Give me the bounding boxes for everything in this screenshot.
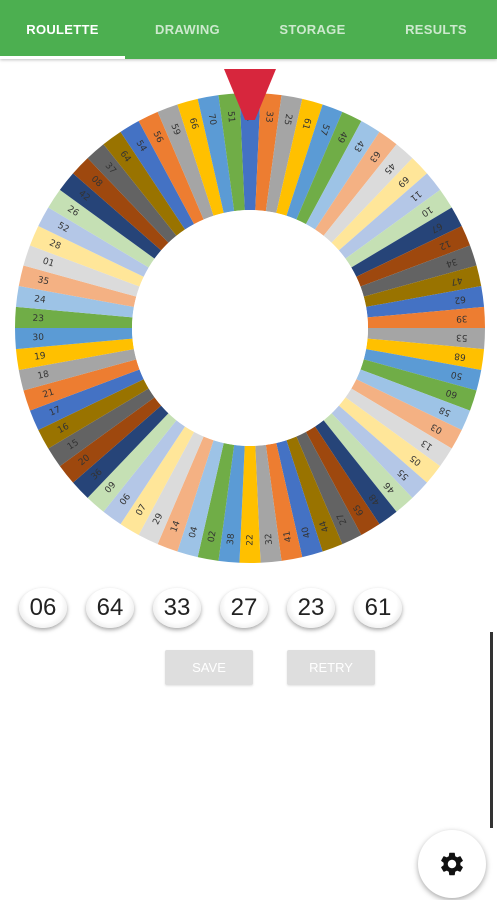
save-button[interactable]: SAVE xyxy=(165,650,253,685)
wheel-segment-label: 32 xyxy=(264,533,275,545)
drawn-number-ball: 61 xyxy=(354,588,402,628)
drawn-number-ball: 33 xyxy=(153,588,201,628)
wheel-segment-label: 19 xyxy=(34,351,47,362)
settings-fab[interactable] xyxy=(418,830,486,898)
scroll-edge-indicator xyxy=(490,632,493,828)
drawn-number-ball: 23 xyxy=(287,588,335,628)
wheel-center xyxy=(132,210,368,446)
wheel-segment-label: 23 xyxy=(32,314,44,325)
drawn-number-ball: 64 xyxy=(86,588,134,628)
wheel-segment-label: 41 xyxy=(282,530,294,543)
wheel-segment-label: 02 xyxy=(207,530,219,543)
pointer-marker xyxy=(224,69,276,120)
wheel-segment-label: 24 xyxy=(34,294,47,305)
roulette-wheel-area: 3133256157494363456911106712344762395368… xyxy=(0,0,497,600)
wheel-segment-label: 62 xyxy=(454,293,467,304)
wheel-segment-label: 38 xyxy=(226,533,237,546)
drawn-number-ball: 27 xyxy=(220,588,268,628)
gear-icon xyxy=(441,852,463,876)
wheel-segment-label: 39 xyxy=(456,313,468,324)
wheel-segment-label: 68 xyxy=(454,350,467,361)
wheel-segment-label: 30 xyxy=(32,333,44,344)
retry-button[interactable]: RETRY xyxy=(287,650,375,685)
wheel-segment-label: 53 xyxy=(456,332,468,343)
drawn-number-ball: 06 xyxy=(19,588,67,628)
wheel-segment-label: 22 xyxy=(246,534,256,545)
